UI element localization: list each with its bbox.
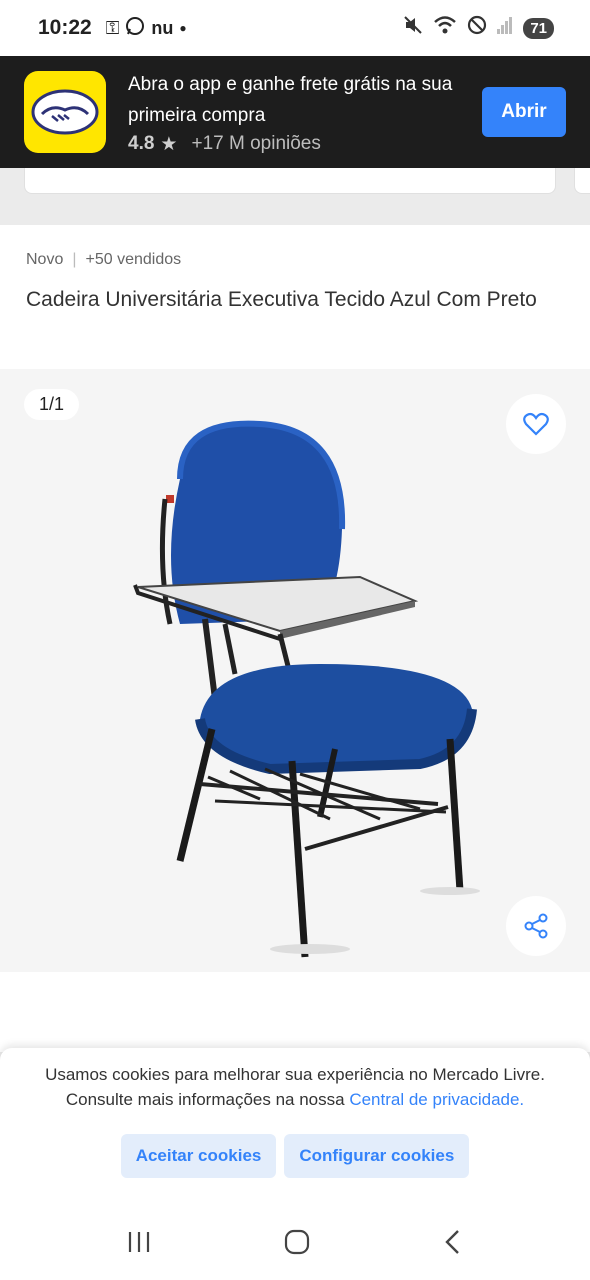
sold-count: +50 vendidos (85, 251, 182, 268)
banner-rating: 4.8 ★ +17 M opiniões (128, 133, 458, 156)
home-icon[interactable] (283, 1228, 311, 1261)
mute-icon (403, 15, 423, 41)
accept-cookies-button[interactable]: Aceitar cookies (120, 1134, 277, 1178)
product-title: Cadeira Universitária Executiva Tecido A… (26, 288, 537, 311)
status-bar: 10:22 ⚿ nu ● 71 (0, 0, 590, 56)
rating-score: 4.8 (128, 133, 155, 154)
product-meta: Novo | +50 vendidos (26, 251, 564, 269)
nu-icon: nu (151, 17, 174, 38)
image-counter: 1/1 (24, 389, 80, 420)
product-condition: Novo (26, 251, 64, 268)
cookie-text: Usamos cookies para melhorar sua experiê… (0, 1062, 590, 1112)
wifi-icon (433, 15, 457, 41)
cookie-banner: Usamos cookies para melhorar sua experiê… (0, 1048, 590, 1208)
content-area (0, 972, 590, 1052)
recent-apps-icon[interactable] (126, 1230, 152, 1259)
whatsapp-icon (125, 16, 145, 41)
back-icon[interactable] (442, 1228, 464, 1261)
dot-icon: ● (179, 21, 187, 35)
heart-icon (523, 412, 549, 436)
share-icon (524, 913, 548, 939)
privacy-center-link[interactable]: Central de privacidade. (349, 1090, 524, 1109)
product-header: Novo | +50 vendidos Cadeira Universitári… (0, 225, 590, 369)
banner-title: Abra o app e ganhe frete grátis na sua p… (128, 73, 453, 126)
share-button[interactable] (506, 896, 566, 956)
system-nav-bar (0, 1208, 590, 1280)
status-time: 10:22 (38, 16, 92, 39)
product-gallery[interactable]: 1/1 (0, 369, 590, 972)
configure-cookies-button[interactable]: Configurar cookies (284, 1134, 470, 1178)
rating-opinions: +17 M opiniões (191, 133, 321, 154)
signal-icon (497, 15, 513, 41)
key-icon: ⚿ (105, 17, 120, 38)
favorite-button[interactable] (506, 394, 566, 454)
battery-indicator: 71 (523, 17, 554, 39)
app-install-banner[interactable]: Abra o app e ganhe frete grátis na sua p… (0, 56, 590, 168)
mercado-livre-logo (24, 71, 106, 153)
open-app-button[interactable]: Abrir (482, 87, 566, 137)
cookie-actions: Aceitar cookies Configurar cookies (0, 1134, 590, 1178)
product-image[interactable] (120, 409, 500, 959)
meta-separator: | (72, 251, 77, 268)
dnd-icon (467, 15, 487, 41)
star-icon: ★ (160, 133, 178, 155)
